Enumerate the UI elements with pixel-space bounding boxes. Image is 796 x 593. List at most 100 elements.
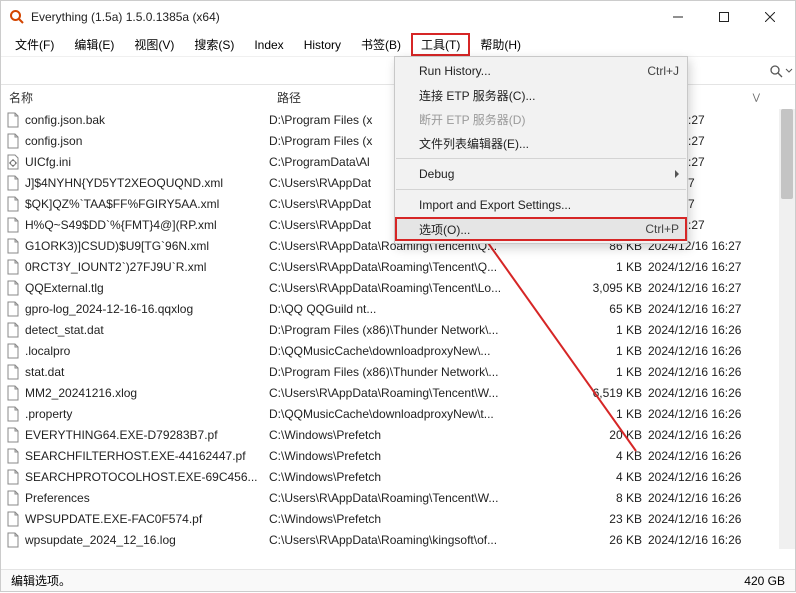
search-button[interactable] — [767, 59, 795, 83]
file-icon — [5, 133, 21, 149]
table-row[interactable]: .localpro D:\QQMusicCache\downloadproxyNe… — [1, 340, 795, 361]
menu-view[interactable]: 视图(V) — [124, 33, 184, 56]
file-size: 23 KB — [584, 512, 648, 526]
table-row[interactable]: WPSUPDATE.EXE-FAC0F574.pfC:\Windows\Pref… — [1, 508, 795, 529]
file-icon — [5, 343, 21, 359]
file-date: 2024/12/16 16:26 — [648, 512, 768, 526]
file-date: 2024/12/16 16:27 — [648, 302, 768, 316]
file-date: 2024/12/16 16:26 — [648, 407, 768, 421]
menu-run-history[interactable]: Run History...Ctrl+J — [395, 59, 687, 83]
file-date: 2024/12/16 16:26 — [648, 449, 768, 463]
file-name: wpsupdate_2024_12_16.log — [25, 533, 176, 547]
table-row[interactable]: MM2_20241216.xlogC:\Users\R\AppData\Roam… — [1, 382, 795, 403]
file-path: D:\QQ QQGuild nt... — [269, 302, 584, 316]
file-size: 4 KB — [584, 470, 648, 484]
file-size: 1 KB — [584, 407, 648, 421]
app-icon — [9, 9, 25, 25]
file-date: 2024/12/16 16:26 — [648, 428, 768, 442]
file-name: config.json — [25, 134, 82, 148]
table-row[interactable]: gpro-log_2024-12-16-16.qqxlog D:\QQ QQGui… — [1, 298, 795, 319]
file-path: D:\Program Files (x86)\Thunder Network\.… — [269, 365, 584, 379]
file-name: SEARCHPROTOCOLHOST.EXE-69C456... — [25, 470, 258, 484]
file-path: C:\Users\R\AppData\Roaming\Tencent\W... — [269, 491, 584, 505]
table-row[interactable]: 0RCT3Y_IOUNT2`)27FJ9U`R.xmlC:\Users\R\Ap… — [1, 256, 795, 277]
file-date: 2024/12/16 16:26 — [648, 386, 768, 400]
menu-history[interactable]: History — [294, 35, 351, 55]
table-row[interactable]: EVERYTHING64.EXE-D79283B7.pfC:\Windows\P… — [1, 424, 795, 445]
file-name: stat.dat — [25, 365, 64, 379]
titlebar: Everything (1.5a) 1.5.0.1385a (x64) — [1, 1, 795, 33]
file-size: 20 KB — [584, 428, 648, 442]
file-size: 1 KB — [584, 260, 648, 274]
file-date: 2024/12/16 16:26 — [648, 344, 768, 358]
menu-index[interactable]: Index — [244, 35, 293, 55]
menu-edit[interactable]: 编辑(E) — [64, 33, 124, 56]
table-row[interactable]: SEARCHFILTERHOST.EXE-44162447.pfC:\Windo… — [1, 445, 795, 466]
file-name: Preferences — [25, 491, 90, 505]
column-name[interactable]: 名称 — [1, 85, 269, 109]
table-row[interactable]: wpsupdate_2024_12_16.logC:\Users\R\AppDa… — [1, 529, 795, 549]
maximize-button[interactable] — [701, 1, 747, 33]
menu-import-export[interactable]: Import and Export Settings... — [395, 193, 687, 217]
file-icon — [5, 112, 21, 128]
file-icon — [5, 469, 21, 485]
file-icon — [5, 364, 21, 380]
file-size: 26 KB — [584, 533, 648, 547]
file-name: .localpro — [25, 344, 70, 358]
table-row[interactable]: .propertyD:\QQMusicCache\downloadproxyNe… — [1, 403, 795, 424]
file-icon — [5, 532, 21, 548]
window-title: Everything (1.5a) 1.5.0.1385a (x64) — [31, 10, 655, 24]
menu-options[interactable]: 选项(O)...Ctrl+P — [395, 217, 687, 241]
file-size: 1 KB — [584, 365, 648, 379]
file-path: C:\Windows\Prefetch — [269, 449, 584, 463]
table-row[interactable]: detect_stat.dat D:\Program Files (x86)\Th… — [1, 319, 795, 340]
sort-indicator-icon: ⋁ — [753, 92, 760, 103]
menu-help[interactable]: 帮助(H) — [470, 33, 531, 56]
menu-file-list-editor[interactable]: 文件列表编辑器(E)... — [395, 131, 687, 155]
file-icon — [5, 385, 21, 401]
menu-file[interactable]: 文件(F) — [5, 33, 64, 56]
file-icon — [5, 259, 21, 275]
menu-disconnect-etp: 断开 ETP 服务器(D) — [395, 107, 687, 131]
table-row[interactable]: QQExternal.tlg C:\Users\R\AppData\Roaming… — [1, 277, 795, 298]
file-path: C:\Windows\Prefetch — [269, 512, 584, 526]
file-name: QQExternal.tlg — [25, 281, 104, 295]
file-name: gpro-log_2024-12-16-16.qqxlog — [25, 302, 193, 316]
close-button[interactable] — [747, 1, 793, 33]
file-name: config.json.bak — [25, 113, 105, 127]
file-date: 2024/12/16 16:26 — [648, 470, 768, 484]
table-row[interactable]: stat.dat D:\Program Files (x86)\Thunder N… — [1, 361, 795, 382]
file-name: 0RCT3Y_IOUNT2`)27FJ9U`R.xml — [25, 260, 206, 274]
status-left: 编辑选项。 — [11, 572, 71, 589]
file-date: 2024/12/16 16:26 — [648, 533, 768, 547]
menu-bookmarks[interactable]: 书签(B) — [351, 33, 411, 56]
menu-connect-etp[interactable]: 连接 ETP 服务器(C)... — [395, 83, 687, 107]
table-row[interactable]: Preferences C:\Users\R\AppData\Roaming\Te… — [1, 487, 795, 508]
file-date: 2024/12/16 16:27 — [648, 281, 768, 295]
file-icon — [5, 280, 21, 296]
file-icon — [5, 490, 21, 506]
file-path: D:\QQMusicCache\downloadproxyNew\t... — [269, 407, 584, 421]
menu-tools[interactable]: 工具(T) — [411, 33, 470, 56]
file-date: 2024/12/16 16:26 — [648, 491, 768, 505]
file-name: UICfg.ini — [25, 155, 71, 169]
file-name: $QK]QZ%`TAA$FF%FGIRY5AA.xml — [25, 197, 219, 211]
minimize-button[interactable] — [655, 1, 701, 33]
file-size: 6,519 KB — [584, 386, 648, 400]
file-size: 8 KB — [584, 491, 648, 505]
file-path: D:\QQMusicCache\downloadproxyNew\... — [269, 344, 584, 358]
menu-separator — [396, 158, 686, 159]
menu-debug[interactable]: Debug — [395, 162, 687, 186]
scrollbar[interactable] — [779, 109, 795, 549]
file-size: 1 KB — [584, 323, 648, 337]
file-path: D:\Program Files (x86)\Thunder Network\.… — [269, 323, 584, 337]
file-name: detect_stat.dat — [25, 323, 104, 337]
file-size: 65 KB — [584, 302, 648, 316]
table-row[interactable]: SEARCHPROTOCOLHOST.EXE-69C456...C:\Windo… — [1, 466, 795, 487]
menu-search[interactable]: 搜索(S) — [184, 33, 244, 56]
file-path: C:\Users\R\AppData\Roaming\Tencent\Lo... — [269, 281, 584, 295]
statusbar: 编辑选项。 420 GB — [1, 569, 795, 591]
scroll-thumb[interactable] — [781, 109, 793, 199]
file-name: EVERYTHING64.EXE-D79283B7.pf — [25, 428, 218, 442]
file-icon — [5, 511, 21, 527]
